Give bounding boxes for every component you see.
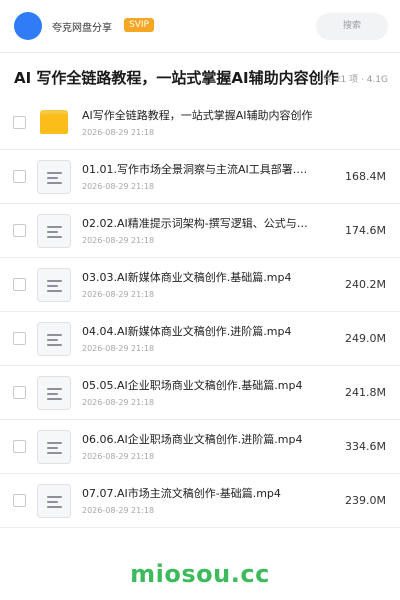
file-date: 2026-08-29 21:18: [82, 344, 155, 353]
avatar[interactable]: [14, 12, 42, 40]
file-name: AI写作全链路教程，一站式掌握AI辅助内容创作: [82, 109, 313, 122]
list-item[interactable]: 01.01.写作市场全景洞察与主流AI工具部署.mp4 2026-08-29 2…: [0, 150, 400, 204]
file-name: 04.04.AI新媒体商业文稿创作.进阶篇.mp4: [82, 325, 292, 338]
file-size: 334.6M: [345, 440, 386, 453]
item-count-meta: 共 21 项 · 4.1G: [322, 75, 388, 85]
file-date: 2026-08-29 21:18: [82, 182, 155, 191]
list-item-folder[interactable]: AI写作全链路教程，一站式掌握AI辅助内容创作 2026-08-29 21:18: [0, 96, 400, 150]
video-file-icon: [37, 268, 71, 302]
file-date: 2026-08-29 21:18: [82, 128, 155, 137]
file-name: 07.07.AI市场主流文稿创作-基础篇.mp4: [82, 487, 281, 500]
video-file-icon: [37, 376, 71, 410]
title-bar: AI 写作全链路教程，一站式掌握AI辅助内容创作 共 21 项 · 4.1G: [0, 52, 400, 100]
video-file-icon: [37, 214, 71, 248]
video-file-icon: [37, 160, 71, 194]
watermark: miosou.cc: [130, 560, 270, 588]
search-input[interactable]: 搜索: [316, 13, 388, 40]
row-checkbox[interactable]: [13, 386, 26, 399]
file-size: 241.8M: [345, 386, 386, 399]
file-size: 174.6M: [345, 224, 386, 237]
row-checkbox[interactable]: [13, 278, 26, 291]
video-file-icon: [37, 430, 71, 464]
row-checkbox[interactable]: [13, 170, 26, 183]
file-name: 06.06.AI企业职场商业文稿创作.进阶篇.mp4: [82, 433, 303, 446]
file-date: 2026-08-29 21:18: [82, 506, 155, 515]
video-file-icon: [37, 322, 71, 356]
file-date: 2026-08-29 21:18: [82, 452, 155, 461]
list-item[interactable]: 04.04.AI新媒体商业文稿创作.进阶篇.mp4 2026-08-29 21:…: [0, 312, 400, 366]
file-name: 01.01.写作市场全景洞察与主流AI工具部署.mp4: [82, 163, 316, 176]
list-item[interactable]: 05.05.AI企业职场商业文稿创作.基础篇.mp4 2026-08-29 21…: [0, 366, 400, 420]
file-date: 2026-08-29 21:18: [82, 236, 155, 245]
file-date: 2026-08-29 21:18: [82, 398, 155, 407]
share-header: 夸克网盘分享 SVIP 搜索: [0, 0, 400, 52]
file-size: 249.0M: [345, 332, 386, 345]
row-checkbox[interactable]: [13, 332, 26, 345]
list-item[interactable]: 07.07.AI市场主流文稿创作-基础篇.mp4 2026-08-29 21:1…: [0, 474, 400, 528]
file-size: 240.2M: [345, 278, 386, 291]
share-owner-name: 夸克网盘分享: [52, 23, 112, 34]
file-list: AI写作全链路教程，一站式掌握AI辅助内容创作 2026-08-29 21:18…: [0, 96, 400, 528]
list-item[interactable]: 06.06.AI企业职场商业文稿创作.进阶篇.mp4 2026-08-29 21…: [0, 420, 400, 474]
file-name: 05.05.AI企业职场商业文稿创作.基础篇.mp4: [82, 379, 303, 392]
list-item[interactable]: 02.02.AI精准提示词架构-撰写逻辑、公式与高阶技巧.mp4 2026-08…: [0, 204, 400, 258]
page-title: AI 写作全链路教程，一站式掌握AI辅助内容创作: [14, 69, 339, 87]
file-name: 02.02.AI精准提示词架构-撰写逻辑、公式与高阶技巧.mp4: [82, 217, 316, 230]
video-file-icon: [37, 484, 71, 518]
file-date: 2026-08-29 21:18: [82, 290, 155, 299]
folder-icon: [40, 110, 68, 134]
file-size: 168.4M: [345, 170, 386, 183]
row-checkbox[interactable]: [13, 116, 26, 129]
row-checkbox[interactable]: [13, 494, 26, 507]
row-checkbox[interactable]: [13, 440, 26, 453]
list-item[interactable]: 03.03.AI新媒体商业文稿创作.基础篇.mp4 2026-08-29 21:…: [0, 258, 400, 312]
file-size: 239.0M: [345, 494, 386, 507]
row-checkbox[interactable]: [13, 224, 26, 237]
svip-badge: SVIP: [124, 18, 154, 32]
file-name: 03.03.AI新媒体商业文稿创作.基础篇.mp4: [82, 271, 292, 284]
